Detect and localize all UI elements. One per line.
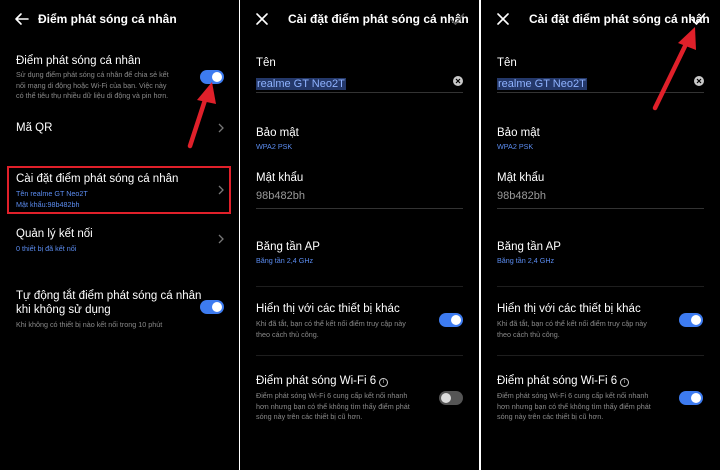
page-title: Cài đặt điểm phát sóng cá nhân — [288, 12, 469, 26]
auto-off-title-2: khi không sử dụng — [16, 304, 111, 316]
wifi6-desc-1: Điểm phát sóng Wi-Fi 6 cung cấp kết nối … — [256, 391, 408, 400]
band-value: Băng tần 2,4 GHz — [497, 256, 555, 265]
name-input[interactable]: realme GT Neo2T — [497, 74, 587, 92]
hotspot-desc-2: nối mạng di động hoặc Wi-Fi của bạn. Việ… — [16, 80, 167, 90]
visibility-desc-2: theo cách thủ công. — [256, 329, 319, 339]
name-input[interactable]: realme GT Neo2T — [256, 74, 346, 92]
visibility-toggle[interactable] — [679, 313, 703, 327]
check-icon[interactable] — [447, 9, 467, 29]
name-input-underline — [256, 92, 463, 93]
security-label[interactable]: Bảo mật — [497, 126, 540, 140]
hotspot-settings-screen-confirm: Cài đặt điểm phát sóng cá nhân Tên realm… — [481, 0, 720, 470]
info-icon[interactable]: i — [379, 378, 389, 387]
divider — [256, 286, 463, 287]
visibility-desc-2: theo cách thủ công. — [497, 329, 560, 339]
auto-off-title-1: Tự động tắt điểm phát sóng cá nhân — [16, 290, 202, 302]
annotation-arrow — [652, 27, 696, 111]
wifi6-title: Điểm phát sóng Wi-Fi 6 — [256, 375, 377, 387]
band-label[interactable]: Băng tần AP — [256, 240, 320, 254]
wifi6-desc-2: hơn nhưng bạn có thể không tìm thấy điểm… — [497, 401, 651, 411]
password-label: Mật khẩu — [256, 172, 304, 184]
visibility-toggle[interactable] — [439, 313, 463, 327]
visibility-row[interactable]: Hiển thị với các thiết bị khác Khi đã tắ… — [256, 302, 446, 340]
info-icon[interactable]: i — [620, 378, 630, 387]
wifi6-title: Điểm phát sóng Wi-Fi 6 — [497, 375, 618, 387]
wifi6-row[interactable]: Điểm phát sóng Wi-Fi 6i Điểm phát sóng W… — [256, 374, 446, 423]
top-bar: Điểm phát sóng cá nhân — [0, 0, 239, 40]
connection-management-title: Quản lý kết nối — [16, 228, 93, 240]
wifi6-desc-1: Điểm phát sóng Wi-Fi 6 cung cấp kết nối … — [497, 391, 649, 400]
auto-off-desc: Khi không có thiết bị nào kết nối trong … — [16, 320, 163, 329]
password-label: Mật khẩu — [497, 172, 545, 184]
connection-management-item[interactable]: Quản lý kết nối 0 thiết bị đã kết nối — [16, 227, 206, 255]
name-label: Tên — [497, 57, 517, 69]
wifi6-toggle[interactable] — [679, 391, 703, 405]
divider — [256, 355, 463, 356]
page-title: Điểm phát sóng cá nhân — [38, 12, 177, 26]
visibility-desc-1: Khi đã tắt, bạn có thể kết nối điểm truy… — [256, 319, 406, 328]
connected-devices-count: 0 thiết bị đã kết nối — [16, 244, 77, 253]
auto-off-row[interactable]: Tự động tắt điểm phát sóng cá nhân khi k… — [16, 289, 206, 331]
security-label[interactable]: Bảo mật — [256, 126, 299, 140]
highlight-box — [7, 166, 231, 214]
auto-off-toggle[interactable] — [200, 300, 224, 314]
divider — [497, 286, 704, 287]
security-value: WPA2 PSK — [497, 142, 534, 151]
visibility-row[interactable]: Hiển thị với các thiết bị khác Khi đã tắ… — [497, 302, 687, 340]
hotspot-desc-1: Sử dụng điểm phát sóng cá nhân để chia s… — [16, 70, 169, 79]
band-value: Băng tần 2,4 GHz — [256, 256, 314, 265]
name-input-value: realme GT Neo2T — [256, 78, 346, 90]
password-input-underline — [256, 208, 463, 209]
wifi6-row[interactable]: Điểm phát sóng Wi-Fi 6i Điểm phát sóng W… — [497, 374, 687, 423]
password-input[interactable]: 98b482bh — [497, 190, 546, 202]
visibility-title: Hiển thị với các thiết bị khác — [256, 303, 400, 315]
wifi6-desc-3: sóng này trên các thiết bị cũ hơn. — [256, 412, 363, 421]
divider — [497, 355, 704, 356]
password-input[interactable]: 98b482bh — [256, 190, 305, 202]
close-icon[interactable] — [493, 9, 513, 29]
annotation-arrow — [187, 82, 216, 149]
band-label[interactable]: Băng tần AP — [497, 240, 561, 254]
qr-code-item[interactable]: Mã QR — [16, 121, 52, 135]
visibility-desc-1: Khi đã tắt, bạn có thể kết nối điểm truy… — [497, 319, 647, 328]
wifi6-toggle[interactable] — [439, 391, 463, 405]
wifi6-desc-2: hơn nhưng bạn có thể không tìm thấy điểm… — [256, 401, 410, 411]
back-arrow-icon[interactable] — [12, 9, 32, 29]
wifi6-desc-3: sóng này trên các thiết bị cũ hơn. — [497, 412, 604, 421]
name-input-value: realme GT Neo2T — [497, 78, 587, 90]
hotspot-title: Điểm phát sóng cá nhân — [16, 55, 141, 67]
hotspot-row[interactable]: Điểm phát sóng cá nhân Sử dụng điểm phát… — [16, 54, 206, 102]
close-icon[interactable] — [252, 9, 272, 29]
security-value: WPA2 PSK — [256, 142, 293, 151]
chevron-right-icon — [218, 234, 224, 244]
hotspot-desc-3: có thể tiêu thụ nhiều dữ liệu di động và… — [16, 91, 169, 100]
password-input-underline — [497, 208, 704, 209]
hotspot-screen: Điểm phát sóng cá nhân Điểm phát sóng cá… — [0, 0, 239, 470]
clear-text-icon[interactable] — [453, 76, 463, 86]
top-bar: Cài đặt điểm phát sóng cá nhân — [240, 0, 479, 40]
hotspot-settings-screen: Cài đặt điểm phát sóng cá nhân Tên realm… — [240, 0, 479, 470]
name-label: Tên — [256, 57, 276, 69]
visibility-title: Hiển thị với các thiết bị khác — [497, 303, 641, 315]
